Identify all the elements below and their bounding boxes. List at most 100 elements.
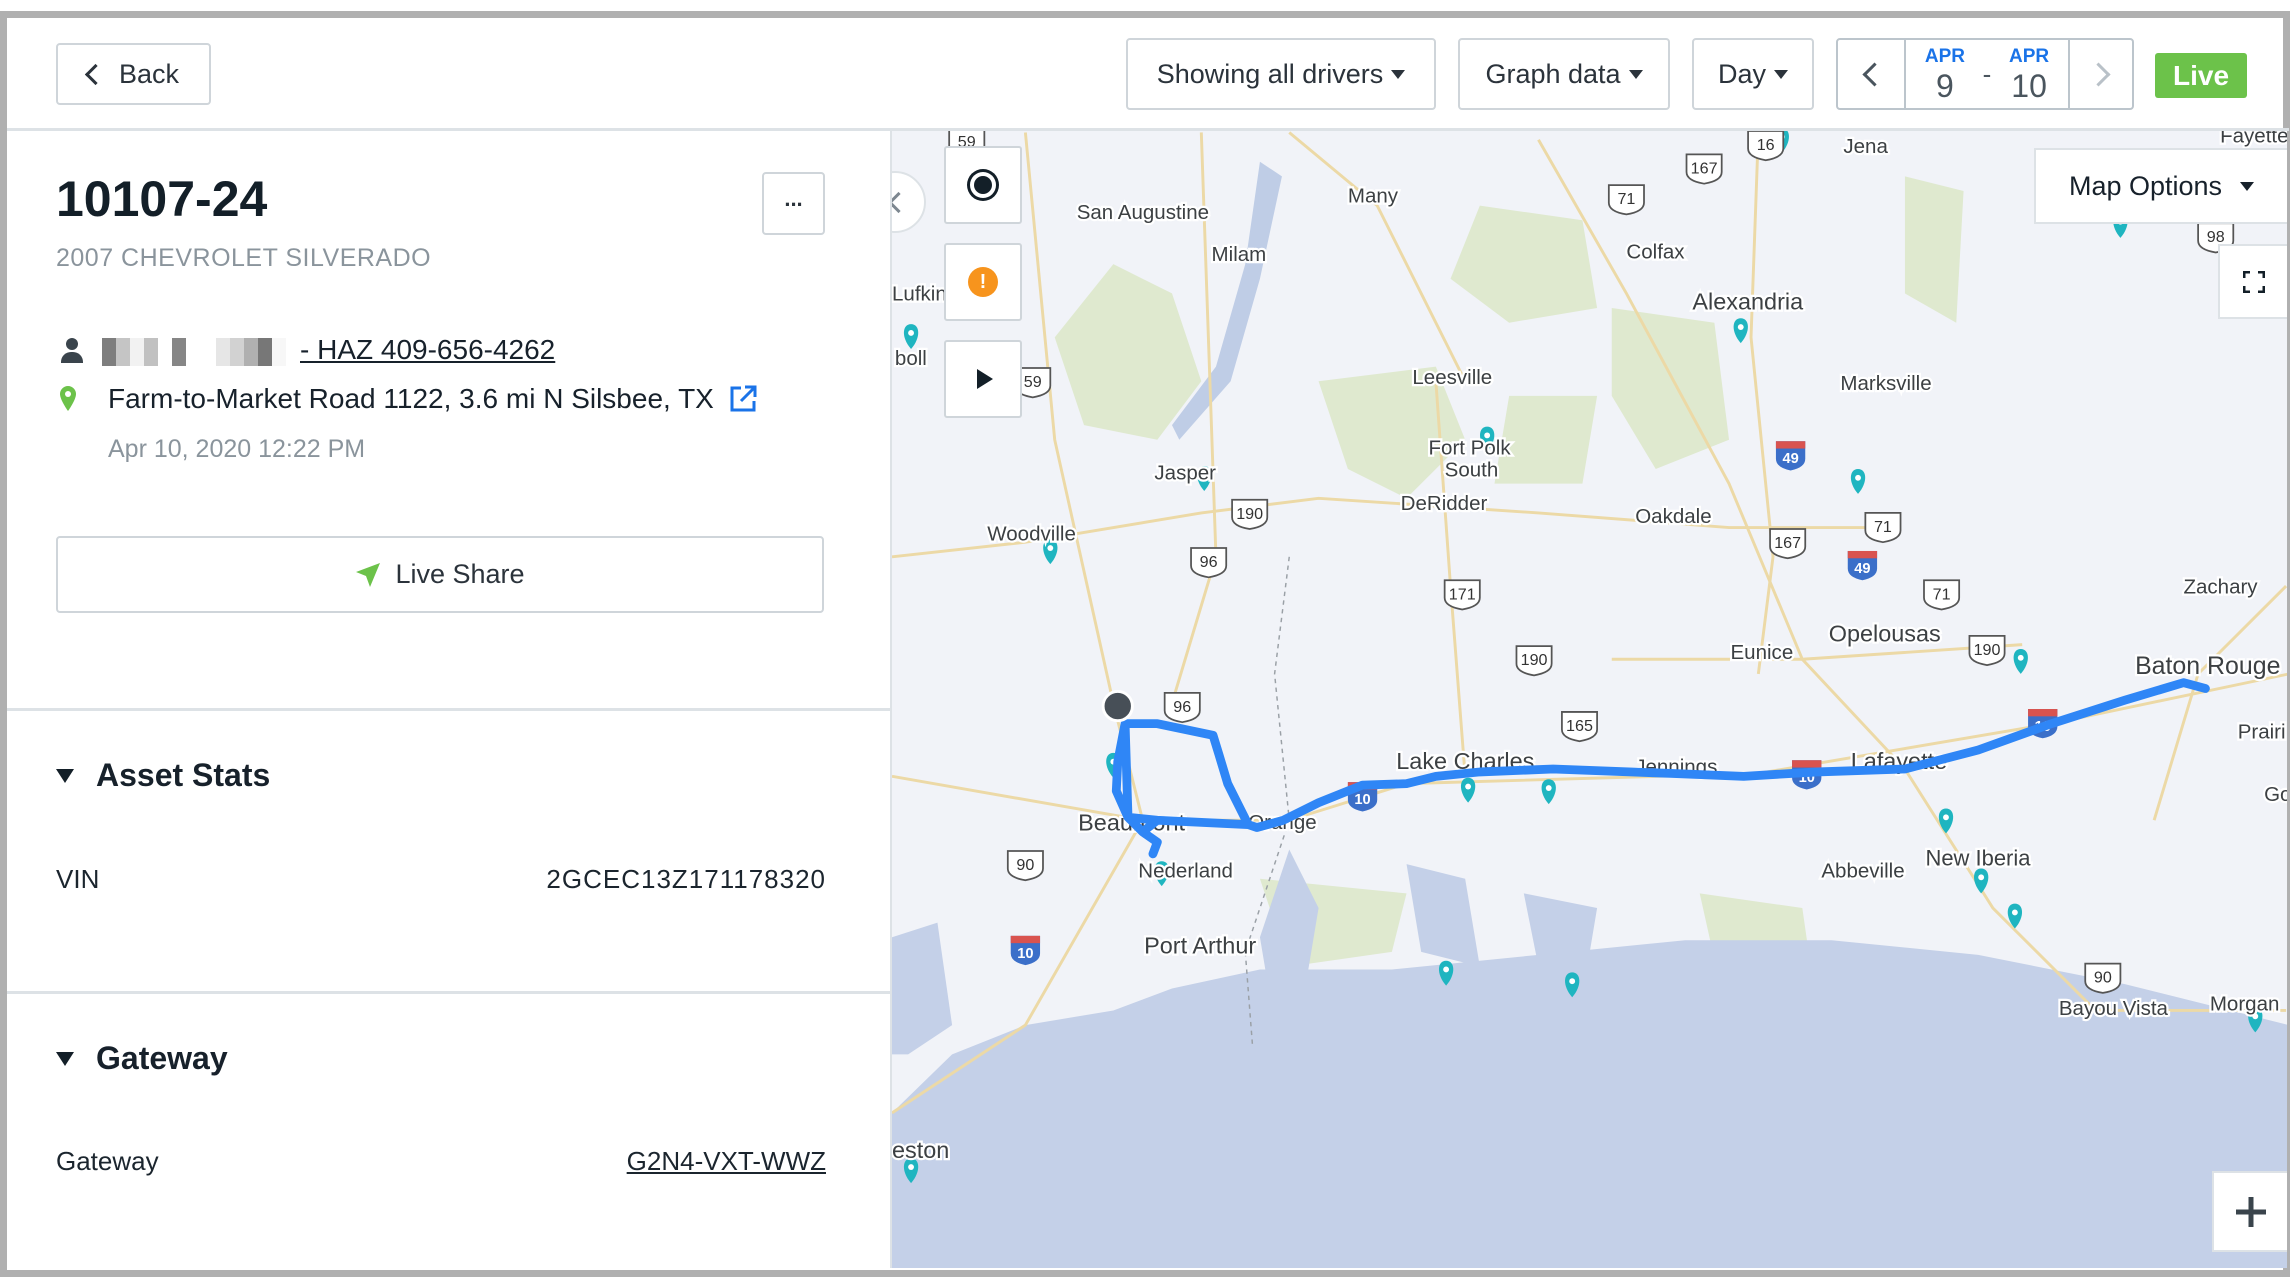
svg-text:16: 16 — [1757, 136, 1775, 154]
map-label: Alexandria — [1692, 289, 1804, 315]
map-label: Lufkin — [892, 283, 947, 306]
next-date-button[interactable] — [2070, 40, 2132, 108]
asset-stats-toggle[interactable]: Asset Stats — [56, 757, 270, 794]
more-options-button[interactable]: ... — [762, 172, 825, 235]
svg-text:171: 171 — [1449, 585, 1476, 603]
alert-icon: ! — [968, 267, 998, 297]
svg-text:71: 71 — [1874, 518, 1892, 536]
svg-text:167: 167 — [1691, 159, 1718, 177]
back-button[interactable]: Back — [56, 43, 211, 105]
map-label: Many — [1348, 185, 1399, 208]
play-button[interactable] — [944, 340, 1022, 418]
range-label: Day — [1717, 58, 1766, 89]
zoom-in-button[interactable] — [2212, 1171, 2287, 1252]
map-label: Abbeville — [1821, 859, 1904, 882]
live-button[interactable]: Live — [2155, 53, 2247, 98]
graph-data-label: Graph data — [1485, 58, 1621, 89]
gateway-label: Gateway — [56, 1146, 159, 1176]
vin-row: VIN 2GCEC13Z171178320 — [56, 864, 826, 895]
live-share-label: Live Share — [395, 559, 525, 589]
person-icon — [58, 335, 86, 365]
record-icon — [974, 176, 992, 194]
gateway-toggle[interactable]: Gateway — [56, 1040, 228, 1077]
us-route-shield: 71 — [1607, 184, 1645, 216]
driver-link[interactable]: - HAZ 409-656-4262 — [300, 334, 555, 366]
map-label: boll — [895, 347, 927, 370]
poi-pin-icon[interactable] — [1541, 779, 1556, 805]
interstate-shield: 10 — [1010, 935, 1041, 966]
map-label: San Augustine — [1077, 201, 1209, 224]
us-route-shield: 71 — [1864, 512, 1902, 544]
svg-text:167: 167 — [1774, 534, 1801, 552]
caret-down-icon — [1774, 69, 1788, 79]
start-day: 9 — [1936, 67, 1954, 104]
graph-data-dropdown[interactable]: Graph data — [1458, 38, 1670, 110]
record-button[interactable] — [944, 146, 1022, 224]
gateway-link[interactable]: G2N4-VXT-WWZ — [627, 1146, 826, 1177]
location-text: Farm-to-Market Road 1122, 3.6 mi N Silsb… — [108, 383, 714, 414]
live-share-button[interactable]: Live Share — [56, 536, 824, 613]
svg-text:90: 90 — [1016, 856, 1034, 874]
caret-down-icon — [1628, 69, 1643, 79]
poi-pin-icon[interactable] — [1733, 318, 1748, 344]
vehicle-position-marker[interactable] — [1101, 689, 1134, 723]
range-dropdown[interactable]: Day — [1692, 38, 1814, 110]
prev-date-button[interactable] — [1838, 40, 1906, 108]
us-route-shield: 16 — [1747, 131, 1785, 162]
vin-label: VIN — [56, 864, 100, 894]
us-route-shield: 167 — [1769, 528, 1807, 560]
date-range[interactable]: APR 9 - APR 10 — [1906, 40, 2070, 108]
map-label: Bayou Vista — [2059, 997, 2169, 1020]
us-route-shield: 167 — [1685, 153, 1723, 185]
svg-text:71: 71 — [1617, 190, 1635, 208]
drivers-filter-dropdown[interactable]: Showing all drivers — [1126, 38, 1436, 110]
asset-stats-title: Asset Stats — [96, 757, 271, 793]
map-label: Go — [2264, 783, 2287, 806]
poi-pin-icon[interactable] — [903, 324, 919, 350]
section-divider — [7, 991, 890, 994]
start-month: APR — [1924, 45, 1965, 67]
svg-text:59: 59 — [1024, 373, 1042, 391]
svg-text:71: 71 — [1933, 585, 1951, 603]
map-canvas[interactable]: 5916771165919096171167717119019096165909… — [892, 131, 2287, 1268]
date-picker: APR 9 - APR 10 — [1836, 38, 2134, 110]
map-label: Opelousas — [1829, 621, 1941, 647]
poi-pin-icon[interactable] — [1460, 777, 1476, 803]
map-label: Leesville — [1412, 366, 1492, 389]
map-label: eston — [892, 1137, 949, 1163]
poi-pin-icon[interactable] — [1938, 808, 1954, 834]
svg-text:49: 49 — [1854, 561, 1870, 577]
us-route-shield: 190 — [1231, 498, 1269, 530]
us-route-shield: 171 — [1443, 579, 1481, 611]
map-label: Jena — [1843, 135, 1888, 158]
map-label: Eunice — [1730, 641, 1793, 664]
send-icon — [356, 562, 381, 587]
end-month: APR — [2009, 45, 2050, 67]
external-link-icon[interactable] — [728, 384, 758, 414]
gateway-title: Gateway — [96, 1040, 228, 1076]
interstate-shield: 49 — [1775, 441, 1806, 471]
map-label: Colfax — [1626, 240, 1685, 263]
vin-value: 2GCEC13Z171178320 — [546, 864, 826, 894]
us-route-shield: 190 — [1968, 634, 2006, 667]
map-label: Milam — [1212, 243, 1267, 266]
us-route-shield: 90 — [2084, 962, 2122, 994]
map[interactable]: 59 167 71 16 59 190 96 171 167 71 71 190 190 96 165 90 9… — [890, 131, 2287, 1268]
alerts-button[interactable]: ! — [944, 243, 1022, 321]
poi-pin-icon[interactable] — [2013, 649, 2028, 674]
ellipsis-icon: ... — [784, 185, 803, 211]
us-route-shield: 71 — [1923, 579, 1961, 611]
driver-name-redacted — [102, 334, 286, 366]
end-day: 10 — [2011, 67, 2047, 104]
fullscreen-button[interactable] — [2218, 244, 2287, 319]
chevron-right-icon — [2085, 61, 2111, 87]
poi-pin-icon[interactable] — [1850, 469, 1866, 494]
svg-text:190: 190 — [1974, 641, 2001, 659]
map-label: Baton Rouge — [2135, 652, 2280, 680]
map-pin-icon — [60, 386, 76, 411]
poi-pin-icon[interactable] — [1974, 868, 1989, 894]
map-label: Jasper — [1154, 461, 1216, 484]
us-route-shield: 190 — [1515, 645, 1553, 677]
map-label: Nederland — [1138, 859, 1233, 882]
map-options-dropdown[interactable]: Map Options — [2034, 148, 2287, 224]
